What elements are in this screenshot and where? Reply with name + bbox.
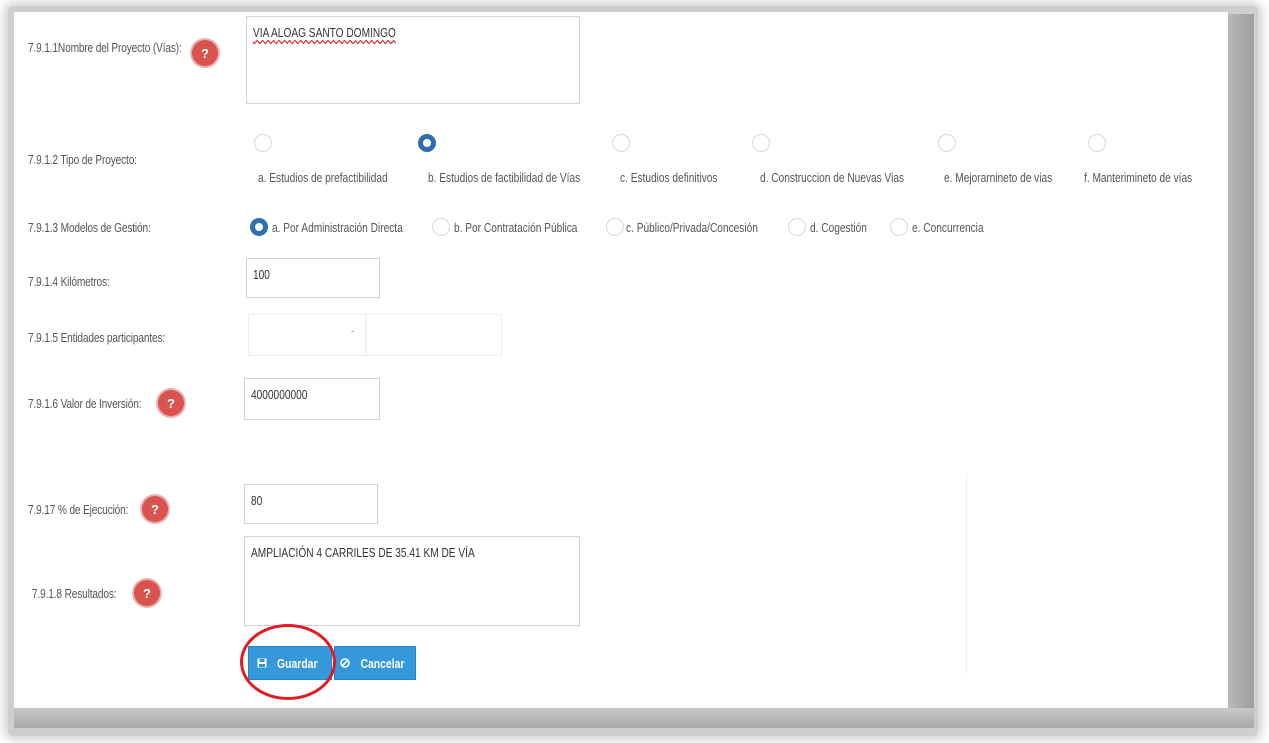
label-modelos-gestion: 7.9.1.3 Modelos de Gestión:	[28, 220, 151, 235]
radio-modelo-d-label: d. Cogestión	[810, 220, 867, 235]
radio-modelo-e-label: e. Concurrencia	[912, 220, 984, 235]
porcentaje-ejecucion-input[interactable]: 80	[244, 484, 378, 524]
form-panel: 7.9.1.1Nombre del Proyecto (Vías): ? VIA…	[14, 12, 1228, 708]
radio-tipo-e-label: e. Mejorarnineto de vias	[944, 170, 1053, 185]
radio-tipo-a[interactable]	[254, 134, 272, 152]
label-valor-inversion: 7.9.1.6 Valor de Inversión:	[28, 396, 142, 411]
help-icon[interactable]: ?	[158, 390, 184, 416]
radio-tipo-b[interactable]	[418, 134, 436, 152]
radio-modelo-e[interactable]	[890, 218, 908, 236]
entidades-input[interactable]	[366, 314, 502, 356]
radio-tipo-e[interactable]	[938, 134, 956, 152]
porcentaje-ejecucion-value: 80	[251, 493, 263, 508]
radio-tipo-a-label: a. Estudios de prefactibilidad	[258, 170, 388, 185]
label-tipo-proyecto: 7.9.1.2 Tipo de Proyecto:	[28, 152, 137, 167]
radio-modelo-b[interactable]	[432, 218, 450, 236]
radio-modelo-d[interactable]	[788, 218, 806, 236]
entidades-separator: -	[350, 323, 355, 338]
radio-tipo-c[interactable]	[612, 134, 630, 152]
label-nombre-proyecto: 7.9.1.1Nombre del Proyecto (Vías):	[28, 40, 182, 55]
resultados-textarea[interactable]: AMPLIACIÓN 4 CARRILES DE 35.41 KM DE VÍA	[244, 536, 580, 626]
cancelar-button-label: Cancelar	[360, 655, 405, 671]
help-icon[interactable]: ?	[134, 580, 160, 606]
radio-tipo-f[interactable]	[1088, 134, 1106, 152]
label-kilometros: 7.9.1.4 Kilómetros:	[28, 274, 110, 289]
radio-tipo-c-label: c. Estudios definitivos	[620, 170, 718, 185]
cancelar-button[interactable]: Cancelar	[334, 646, 416, 680]
label-resultados: 7.9.1.8 Resultados:	[32, 586, 117, 601]
frame-edge-bottom	[14, 708, 1254, 728]
help-icon[interactable]: ?	[192, 40, 218, 66]
resultados-value: AMPLIACIÓN 4 CARRILES DE 35.41 KM DE VÍA	[251, 545, 475, 560]
radio-modelo-a-label: a. Por Administración Directa	[272, 220, 403, 235]
radio-modelo-b-label: b. Por Contratación Pública	[454, 220, 578, 235]
frame-edge-right	[1228, 14, 1254, 720]
radio-modelo-c[interactable]	[606, 218, 624, 236]
nombre-proyecto-value: VIA ALOAG SANTO DOMINGO	[253, 25, 396, 40]
divider	[966, 474, 967, 674]
label-entidades-participantes: 7.9.1.5 Entidades participantes:	[28, 330, 166, 345]
radio-tipo-d-label: d. Construccion de Nuevas Vias	[760, 170, 905, 185]
help-icon[interactable]: ?	[142, 496, 168, 522]
radio-modelo-a[interactable]	[250, 218, 268, 236]
radio-tipo-b-label: b. Estudios de factibilidad de Vías	[428, 170, 581, 185]
cancel-icon	[340, 658, 350, 668]
radio-tipo-d[interactable]	[752, 134, 770, 152]
label-porcentaje-ejecucion: 7.9.17 % de Ejecución:	[28, 502, 129, 517]
radio-modelo-c-label: c. Público/Privada/Concesión	[626, 220, 758, 235]
valor-inversion-value: 4000000000	[251, 387, 308, 402]
annotation-circle	[240, 624, 336, 700]
kilometros-value: 100	[253, 267, 270, 282]
nombre-proyecto-textarea[interactable]: VIA ALOAG SANTO DOMINGO	[246, 16, 580, 104]
entidades-select[interactable]: -	[248, 314, 366, 356]
valor-inversion-input[interactable]: 4000000000	[244, 378, 380, 420]
radio-tipo-f-label: f. Manterimineto de vías	[1084, 170, 1193, 185]
kilometros-input[interactable]: 100	[246, 258, 380, 298]
